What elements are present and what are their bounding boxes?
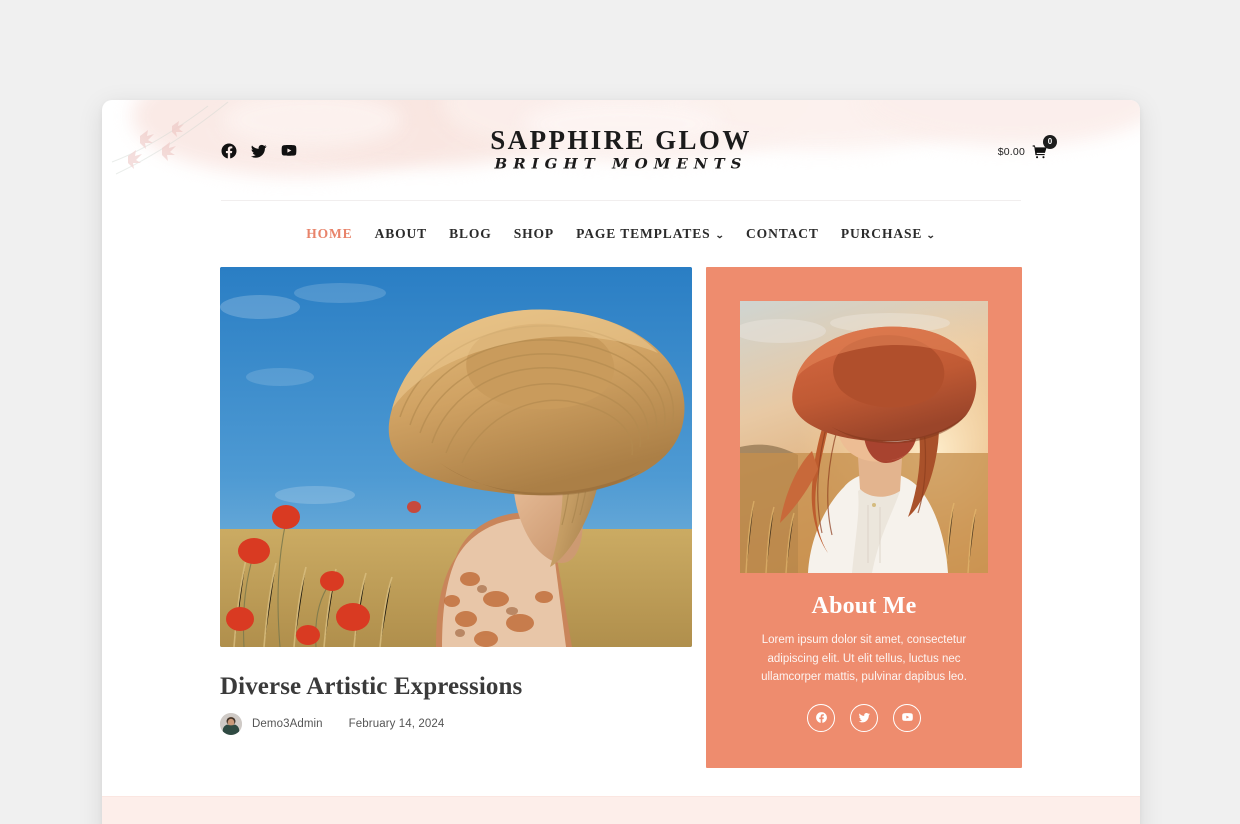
footer-band [102, 796, 1140, 824]
nav-item-page-templates[interactable]: PAGE TEMPLATES ⌄ [565, 220, 735, 248]
cart-total: $0.00 [997, 146, 1025, 158]
site-logo[interactable]: SAPPHIRE GLOW BRIGHT MOMENTS [102, 126, 1140, 173]
sidebar-social-facebook[interactable] [807, 703, 835, 732]
sidebar-social-youtube[interactable] [893, 703, 921, 732]
chevron-down-icon: ⌄ [926, 229, 937, 240]
cart-widget[interactable]: $0.00 0 [997, 135, 1057, 160]
nav-label: CONTACT [746, 226, 819, 241]
post-date: February 14, 2024 [348, 718, 445, 730]
nav-item-shop[interactable]: SHOP [503, 220, 565, 248]
sidebar-social-twitter[interactable] [850, 703, 878, 732]
about-me-widget: About Me Lorem ipsum dolor sit amet, con… [706, 267, 1022, 768]
nav-label: PURCHASE [840, 226, 923, 241]
nav-label: SHOP [513, 226, 555, 241]
main-navigation: HOME ABOUT BLOG SHOP PAGE TEMPLATES ⌄ CO… [102, 201, 1140, 267]
nav-label: HOME [306, 226, 353, 241]
post-column: Diverse Artistic Expressions Demo3Admin … [220, 267, 692, 735]
nav-item-blog[interactable]: BLOG [438, 220, 503, 248]
page-content: Diverse Artistic Expressions Demo3Admin … [102, 267, 1140, 768]
youtube-icon [901, 713, 913, 722]
post-title[interactable]: Diverse Artistic Expressions [220, 673, 692, 701]
facebook-icon [815, 712, 827, 724]
nav-label: BLOG [449, 226, 492, 241]
about-me-text: Lorem ipsum dolor sit amet, consectetur … [761, 634, 967, 684]
hero-illustration [220, 267, 692, 647]
about-me-title: About Me [811, 593, 917, 619]
about-me-social-links [740, 703, 988, 732]
avatar [220, 713, 242, 735]
cart-count-badge: 0 [1043, 135, 1057, 149]
post-meta: Demo3Admin February 14, 2024 [220, 713, 692, 735]
site-card: SAPPHIRE GLOW BRIGHT MOMENTS $0.00 0 HOM… [102, 100, 1140, 824]
nav-item-about[interactable]: ABOUT [364, 220, 439, 248]
brand-tagline: BRIGHT MOMENTS [494, 155, 748, 173]
post-featured-image[interactable] [220, 267, 692, 647]
nav-label: ABOUT [374, 226, 428, 241]
chevron-down-icon: ⌄ [714, 229, 726, 240]
post-author[interactable]: Demo3Admin [252, 718, 323, 730]
brand-name: SAPPHIRE GLOW [490, 125, 752, 155]
nav-item-home[interactable]: HOME [295, 220, 363, 248]
nav-item-contact[interactable]: CONTACT [735, 220, 830, 248]
nav-label: PAGE TEMPLATES [576, 226, 711, 241]
twitter-icon [858, 713, 870, 723]
cart-icon-wrap[interactable]: 0 [1032, 135, 1057, 160]
about-me-image[interactable] [740, 301, 988, 573]
nav-item-purchase[interactable]: PURCHASE ⌄ [830, 220, 947, 248]
avatar-image [220, 713, 242, 735]
site-header: SAPPHIRE GLOW BRIGHT MOMENTS $0.00 0 [102, 100, 1140, 200]
about-me-illustration [740, 301, 988, 573]
